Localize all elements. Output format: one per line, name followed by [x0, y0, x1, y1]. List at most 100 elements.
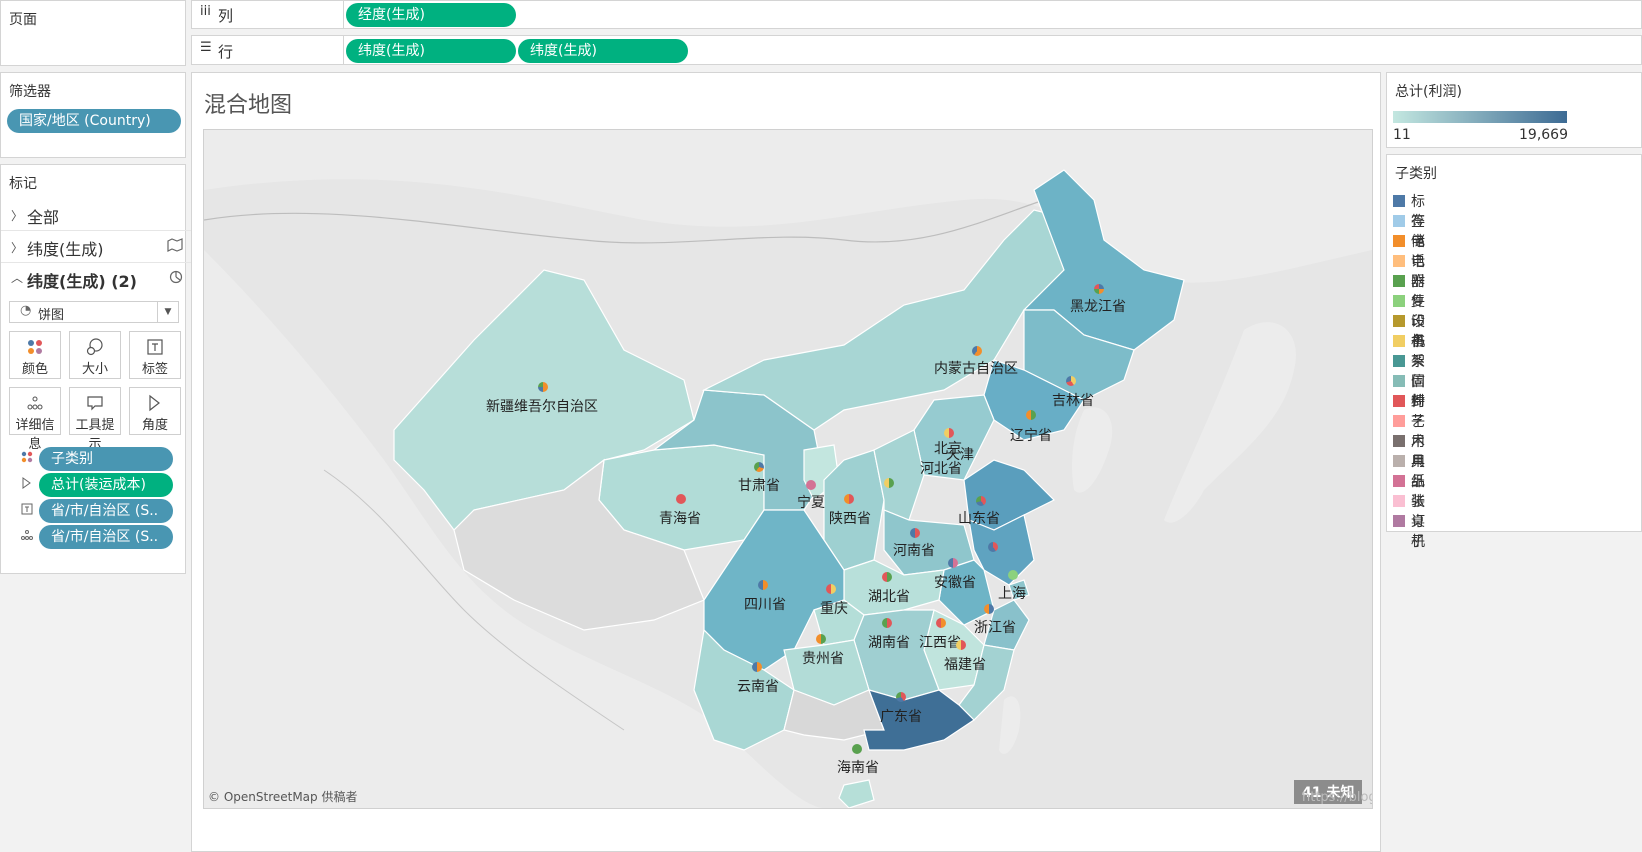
pie-mark[interactable] [882, 572, 892, 582]
label-button[interactable]: 标签 [129, 331, 181, 379]
legend-swatch [1393, 395, 1405, 407]
pie-mark[interactable] [754, 462, 764, 472]
pie-mark[interactable] [972, 346, 982, 356]
pie-mark[interactable] [758, 580, 768, 590]
pie-mark[interactable] [956, 640, 966, 650]
legend-swatch [1393, 235, 1405, 247]
pie-mark[interactable] [884, 478, 894, 488]
columns-shelf-label: 列 [218, 7, 234, 25]
shelf-divider [343, 36, 344, 65]
columns-pill-longitude[interactable]: 经度(生成) [346, 3, 516, 27]
map-label-guangdong: 广东省 [880, 709, 922, 725]
marks-layer-latitude-2[interactable]: ︿ 纬度(生成) (2) [1, 263, 193, 295]
pie-mark[interactable] [1066, 376, 1076, 386]
map-label-hubei: 湖北省 [868, 589, 910, 605]
pie-mark[interactable] [752, 662, 762, 672]
pie-mark[interactable] [844, 494, 854, 504]
map-attribution[interactable]: © OpenStreetMap 供稿者 [208, 788, 357, 805]
profit-legend[interactable]: 总计(利润) 11 19,669 [1386, 72, 1642, 148]
map-canvas[interactable]: 黑龙江省 内蒙古自治区 吉林省 辽宁省 新疆维吾尔自治区 北京 天津 河北省 甘… [203, 129, 1373, 809]
profit-legend-title: 总计(利润) [1395, 84, 1462, 100]
encoding-pill-subcategory[interactable]: 子类别 [39, 447, 173, 471]
profit-legend-min: 11 [1393, 127, 1411, 143]
pie-mark[interactable] [816, 634, 826, 644]
tooltip-icon [70, 394, 120, 412]
pie-icon: ◔ [20, 303, 32, 318]
color-icon [10, 338, 60, 356]
pie-mark[interactable] [882, 618, 892, 628]
angle-button[interactable]: 角度 [129, 387, 181, 435]
map-label-guizhou: 贵州省 [802, 651, 844, 667]
chevron-down-icon: ︿ [11, 271, 24, 285]
map-label-yunnan: 云南省 [737, 679, 779, 695]
pie-mark[interactable] [948, 558, 958, 568]
map-label-liaoning: 辽宁省 [1010, 428, 1052, 444]
pie-mark[interactable] [976, 496, 986, 506]
color-button[interactable]: 颜色 [9, 331, 61, 379]
mark-type-select[interactable]: ◔ 饼图 ▼ [9, 301, 179, 323]
map-label-inner-mongolia: 内蒙古自治区 [934, 361, 1018, 377]
legend-swatch [1393, 255, 1405, 267]
marks-layer-label: 纬度(生成) (2) [27, 272, 137, 291]
subcategory-legend-title: 子类别 [1395, 166, 1437, 182]
chevron-right-icon: 〉 [11, 241, 24, 255]
pie-mark[interactable] [910, 528, 920, 538]
pie-mark[interactable] [676, 494, 686, 504]
detail-icon [10, 394, 60, 412]
encoding-pill-shipping-cost[interactable]: 总计(装运成本) [39, 473, 173, 497]
legend-swatch [1393, 495, 1405, 507]
size-button[interactable]: 大小 [69, 331, 121, 379]
pie-mark[interactable] [806, 480, 816, 490]
rows-pill-latitude-2[interactable]: 纬度(生成) [518, 39, 688, 63]
marks-title: 标记 [9, 176, 37, 192]
view-title: 混合地图 [204, 93, 293, 118]
map-label-henan: 河南省 [893, 543, 935, 559]
marks-layer-label: 纬度(生成) [27, 240, 104, 259]
map-label-jiangxi: 江西省 [919, 635, 961, 651]
watermark: https://blog.csdn.net/weixin_43196531 [1302, 790, 1372, 805]
tooltip-button[interactable]: 工具提示 [69, 387, 121, 452]
encoding-pill-province-detail[interactable]: 省/市/自治区 (S.. [39, 525, 173, 549]
rows-icon: ☰ [200, 40, 212, 55]
pie-mark[interactable] [988, 542, 998, 552]
marks-card: 标记 〉 全部 〉 纬度(生成) ︿ 纬度(生成) (2) ◔ 饼图 ▼ 颜色 … [0, 164, 193, 574]
pie-mark[interactable] [826, 584, 836, 594]
columns-shelf[interactable]: iii 列 经度(生成) [191, 0, 1642, 29]
map-label-shandong: 山东省 [958, 511, 1000, 527]
china-map [204, 130, 1372, 808]
columns-icon: iii [200, 4, 211, 19]
subcategory-legend[interactable]: 子类别 标签 存储 电话 电器 附件 复印机 设备 书架 系固件 信封 椅子 艺术 用具 用品 纸张 装订机桌… [1386, 154, 1642, 550]
rows-shelf[interactable]: ☰ 行 纬度(生成) 纬度(生成) [191, 35, 1642, 65]
pages-shelf[interactable]: 页面 [0, 0, 186, 66]
rows-shelf-label: 行 [218, 43, 234, 61]
pie-mark[interactable] [1008, 570, 1018, 580]
map-label-zhejiang: 浙江省 [974, 620, 1016, 636]
legend-swatch [1393, 195, 1405, 207]
pie-icon [169, 270, 183, 288]
map-label-heilongjiang: 黑龙江省 [1070, 299, 1126, 315]
pie-mark[interactable] [1026, 410, 1036, 420]
marks-layer-latitude[interactable]: 〉 纬度(生成) [1, 231, 193, 263]
map-label-gansu: 甘肃省 [738, 478, 780, 494]
detail-button[interactable]: 详细信息 [9, 387, 61, 452]
pie-mark[interactable] [944, 428, 954, 438]
encoding-pill-province-label[interactable]: 省/市/自治区 (S.. [39, 499, 173, 523]
pie-mark[interactable] [1094, 284, 1104, 294]
map-label-ningxia: 宁夏 [797, 495, 825, 511]
view-panel: 混合地图 黑龙江省 内蒙古自治区 吉林省 辽宁省 新疆维吾尔自治区 北京 天津 … [191, 72, 1381, 852]
map-label-hainan: 海南省 [837, 760, 879, 776]
filters-title: 筛选器 [9, 84, 51, 100]
pie-mark[interactable] [936, 618, 946, 628]
marks-layer-all[interactable]: 〉 全部 [1, 199, 193, 231]
filter-pill-country[interactable]: 国家/地区 (Country) [7, 109, 181, 133]
angle-encoding-icon [21, 477, 33, 493]
pie-mark[interactable] [852, 744, 862, 754]
angle-icon [130, 394, 180, 412]
pie-mark[interactable] [896, 692, 906, 702]
pie-mark[interactable] [538, 382, 548, 392]
color-encoding-icon [21, 451, 33, 467]
pie-mark[interactable] [984, 604, 994, 614]
legend-swatch [1393, 335, 1405, 347]
label-icon [130, 338, 180, 356]
rows-pill-latitude-1[interactable]: 纬度(生成) [346, 39, 516, 63]
